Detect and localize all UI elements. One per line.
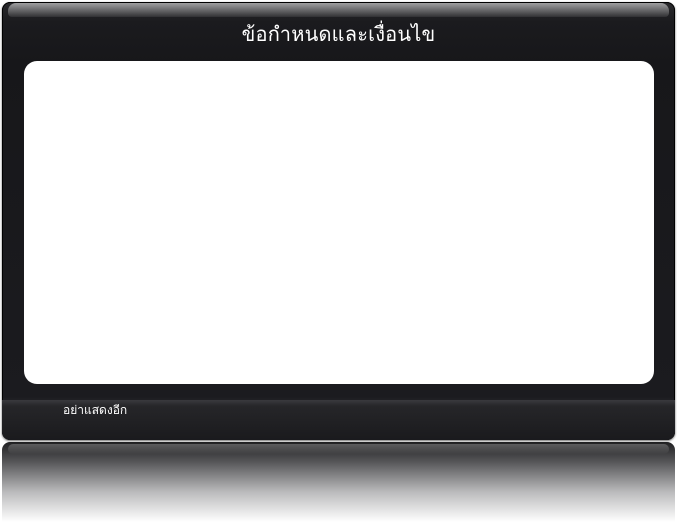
dialog-title: ข้อกำหนดและเงื่อนไข	[241, 22, 436, 46]
terms-content-panel[interactable]	[24, 61, 654, 384]
stage: ข้อกำหนดและเงื่อนไข อย่าแสดงอีก	[0, 0, 677, 522]
reflection-highlight	[8, 444, 669, 454]
title-bar-highlight	[8, 3, 669, 17]
dont-show-again-link[interactable]: อย่าแสดงอีก	[63, 403, 127, 417]
terms-dialog: ข้อกำหนดและเงื่อนไข อย่าแสดงอีก	[2, 2, 675, 440]
dialog-reflection	[2, 442, 675, 522]
